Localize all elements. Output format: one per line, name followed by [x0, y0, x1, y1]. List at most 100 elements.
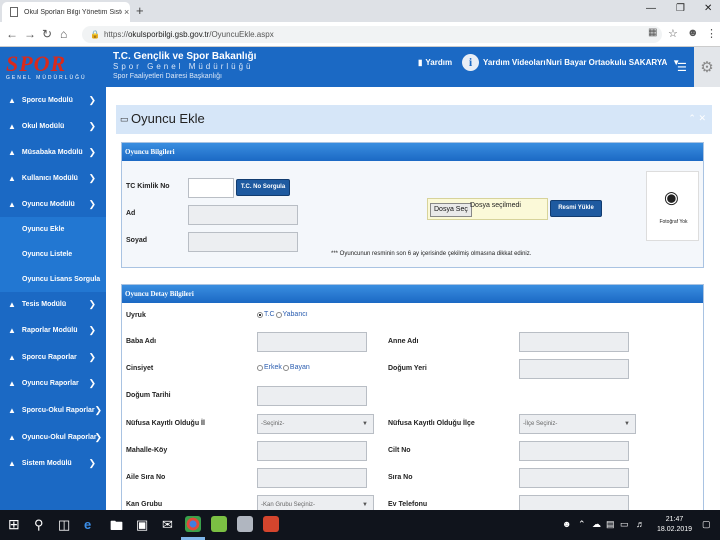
chevron-right-icon: ❯: [94, 405, 102, 415]
radio-foreign[interactable]: [275, 311, 282, 318]
triangle-icon: ▲: [8, 199, 16, 209]
search-icon[interactable]: ⚲: [34, 517, 44, 533]
chevron-right-icon: ❯: [94, 432, 102, 442]
triangle-icon: ▲: [8, 173, 16, 183]
chrome-icon[interactable]: [185, 516, 201, 532]
upload-photo-button[interactable]: Resmi Yükle: [550, 200, 602, 217]
choose-file-button[interactable]: Dosya Seç: [430, 203, 472, 217]
volume-no-field[interactable]: [519, 441, 629, 461]
mother-name-field[interactable]: [519, 332, 629, 352]
clock[interactable]: 21:47 18.02.2019: [657, 515, 692, 535]
sidebar-item-sistem[interactable]: ▲ Sistem Modülü ❯: [0, 450, 106, 476]
family-seq-field[interactable]: [257, 468, 367, 488]
sidebar-item-kullanici[interactable]: ▲ Kullanıcı Modülü ❯: [0, 165, 106, 191]
triangle-icon: ▲: [8, 378, 16, 388]
family-seq-label: Aile Sıra No: [126, 474, 166, 481]
reg-district-select[interactable]: -İlçe Seçiniz- ▼: [519, 414, 636, 434]
birthdate-field[interactable]: [257, 386, 367, 406]
father-name-field[interactable]: [257, 332, 367, 352]
sidebar-sub-oyuncu-listele[interactable]: Oyuncu Listele: [0, 242, 106, 267]
battery-icon[interactable]: ▭: [620, 519, 629, 530]
hamburger-menu-icon[interactable]: ☰: [677, 61, 687, 74]
file-explorer-icon[interactable]: 🖿: [110, 517, 123, 539]
edge-icon[interactable]: e: [84, 517, 91, 532]
browser-tab[interactable]: Okul Sporları Bilgi Yönetim Siste ×: [2, 2, 130, 22]
radio-female[interactable]: [282, 364, 289, 371]
tray-icon[interactable]: ☁: [592, 519, 601, 530]
collapse-expand-icon[interactable]: ⌃ ✕: [688, 113, 706, 124]
radio-tc[interactable]: [257, 311, 263, 318]
powerpoint-icon[interactable]: [263, 516, 279, 532]
address-bar[interactable]: 🔒 https://okulsporbilgi.gsb.gov.tr/Oyunc…: [82, 26, 662, 43]
window-close-icon[interactable]: ✕: [704, 3, 712, 14]
home-phone-label: Ev Telefonu: [388, 501, 428, 508]
sidebar-item-sporcu-okul-raporlar[interactable]: ▲ Sporcu-Okul Raporlar ❯: [0, 397, 106, 423]
back-icon[interactable]: ←: [6, 27, 18, 41]
minimize-icon[interactable]: —: [646, 3, 656, 14]
surname-field[interactable]: [188, 232, 298, 252]
windows-start-icon[interactable]: ⊞: [8, 516, 20, 533]
app-icon[interactable]: [211, 516, 227, 532]
mother-name-label: Anne Adı: [388, 338, 419, 345]
sidebar-item-okul[interactable]: ▲ Okul Modülü ❯: [0, 113, 106, 139]
radio-male[interactable]: [257, 364, 263, 371]
bookmark-star-icon[interactable]: ☆: [668, 27, 678, 40]
neighborhood-field[interactable]: [257, 441, 367, 461]
chevron-up-icon[interactable]: ⌃: [578, 519, 586, 530]
reload-icon[interactable]: ↻: [42, 27, 52, 41]
app-icon[interactable]: [237, 516, 253, 532]
browser-menu-icon[interactable]: ⋮: [706, 27, 717, 40]
volume-icon[interactable]: ♬: [636, 519, 645, 529]
browser-toolbar: ← → ↻ ⌂ 🔒 https://okulsporbilgi.gsb.gov.…: [0, 22, 720, 47]
photo-label: Fotoğraf Yok: [659, 219, 688, 225]
spor-logo[interactable]: SPOR GENEL MÜDÜRLÜĞÜ: [6, 53, 98, 82]
panel-header: Oyuncu Detay Bilgileri: [122, 285, 703, 303]
tab-close-icon[interactable]: ×: [124, 7, 129, 17]
seq-no-field[interactable]: [519, 468, 629, 488]
maximize-icon[interactable]: ❐: [676, 3, 685, 14]
nationality-radio-group: T.C Yabancı: [257, 311, 308, 318]
settings-gear-icon[interactable]: ⚙: [694, 47, 720, 87]
tc-input[interactable]: [188, 178, 234, 198]
sidebar-item-oyuncu-raporlar[interactable]: ▲ Oyuncu Raporlar ❯: [0, 370, 106, 396]
sidebar-item-sporcu-raporlar[interactable]: ▲ Sporcu Raporlar ❯: [0, 344, 106, 370]
mail-icon[interactable]: ✉: [162, 517, 173, 533]
help-link[interactable]: ▮ Yardım: [418, 58, 452, 67]
profile-icon[interactable]: ☻: [687, 27, 699, 39]
sidebar-sub-oyuncu-ekle[interactable]: Oyuncu Ekle: [0, 217, 106, 242]
neighborhood-label: Mahalle-Köy: [126, 447, 168, 454]
camera-icon: ◉: [664, 188, 679, 207]
user-menu[interactable]: Nuri Bayar Ortaokulu SAKARYA ▼: [546, 58, 680, 67]
volume-no-label: Cilt No: [388, 447, 411, 454]
network-icon[interactable]: ▤: [606, 519, 615, 530]
reg-city-label: Nüfusa Kayıtlı Olduğu İl: [126, 420, 205, 427]
translate-icon[interactable]: ▦: [648, 27, 657, 38]
sidebar-item-raporlar[interactable]: ▲ Raporlar Modülü ❯: [0, 317, 106, 343]
reg-city-select[interactable]: -Seçiniz- ▼: [257, 414, 374, 434]
tc-query-button[interactable]: T.C. No Sorgula: [236, 179, 290, 196]
birthplace-field[interactable]: [519, 359, 629, 379]
surname-label: Soyad: [126, 237, 148, 244]
info-icon: i: [462, 54, 479, 71]
sidebar-sub-oyuncu-lisans-sorgula[interactable]: Oyuncu Lisans Sorgula: [0, 267, 106, 292]
triangle-icon: ▲: [8, 95, 16, 105]
photo-placeholder: ◉ Fotoğraf Yok: [646, 171, 699, 241]
sidebar-item-musabaka[interactable]: ▲ Müsabaka Modülü ❯: [0, 139, 106, 165]
sidebar-item-oyuncu-okul-raporlar[interactable]: ▲ Oyuncu-Okul Raporlar ❯: [0, 424, 106, 450]
name-label: Ad: [126, 210, 136, 217]
sidebar-item-oyuncu[interactable]: ▲ Oyuncu Modülü ❯: [0, 191, 106, 217]
notifications-icon[interactable]: ▢: [702, 519, 711, 530]
tab-title: Okul Sporları Bilgi Yönetim Siste: [24, 8, 122, 16]
help-videos-link[interactable]: i Yardım Videoları: [462, 54, 546, 71]
sidebar-item-sporcu[interactable]: ▲ Sporcu Modülü ❯: [0, 87, 106, 113]
people-icon[interactable]: ☻: [562, 519, 571, 529]
task-view-icon[interactable]: ◫: [58, 517, 70, 533]
sidebar-item-tesis[interactable]: ▲ Tesis Modülü ❯: [0, 291, 106, 317]
forward-icon[interactable]: →: [24, 27, 36, 41]
page-title: Oyuncu Ekle: [131, 111, 205, 126]
chevron-right-icon: ❯: [88, 378, 96, 388]
name-field[interactable]: [188, 205, 298, 225]
store-icon[interactable]: ▣: [136, 517, 148, 533]
home-icon[interactable]: ⌂: [60, 27, 67, 41]
new-tab-button[interactable]: +: [136, 3, 144, 18]
